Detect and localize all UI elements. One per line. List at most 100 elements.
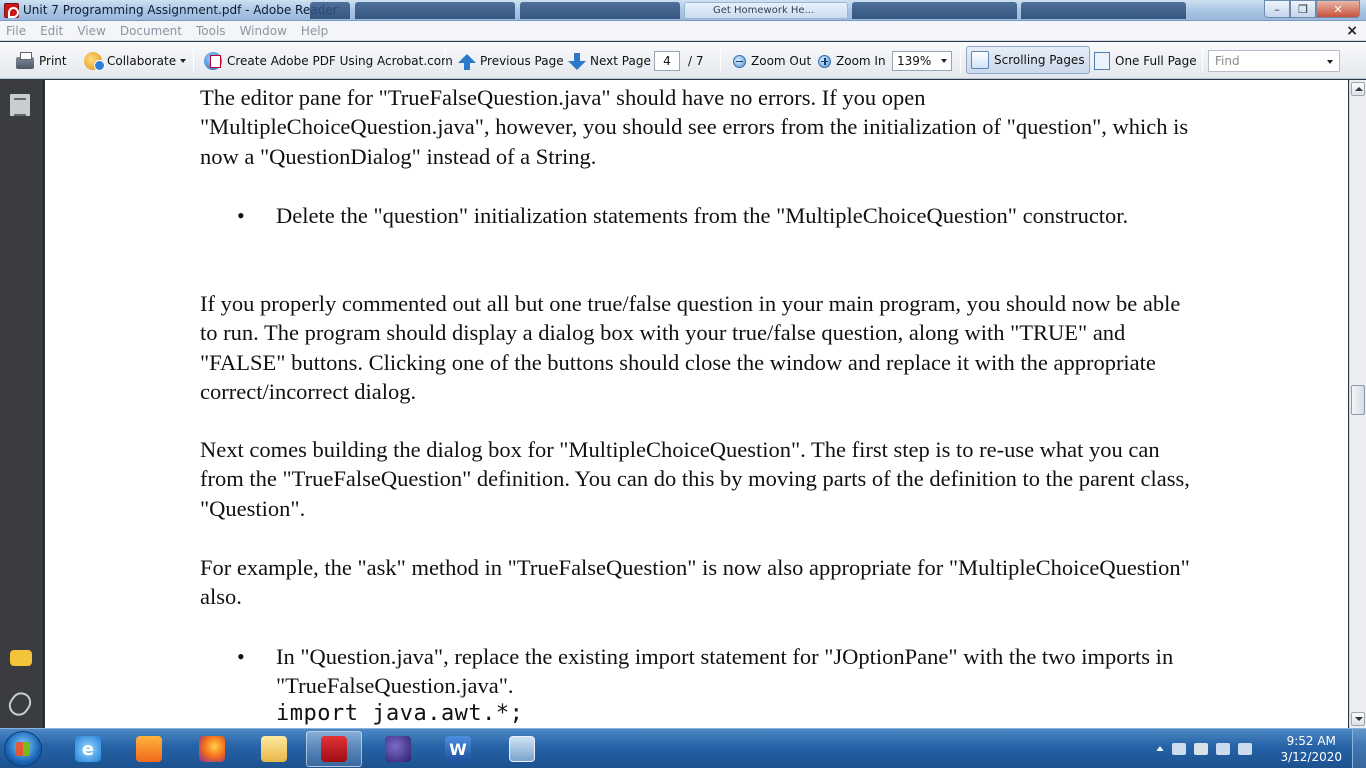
toolbar-divider bbox=[960, 49, 961, 73]
scrollbar-thumb[interactable] bbox=[1351, 385, 1365, 415]
arrow-up-icon bbox=[458, 53, 476, 70]
zoom-out-label: Zoom Out bbox=[751, 54, 812, 68]
background-tab-label: Get Homework He... bbox=[713, 5, 815, 16]
scroll-up-icon[interactable] bbox=[1351, 82, 1365, 96]
vertical-scrollbar[interactable] bbox=[1349, 80, 1366, 728]
toolbar-divider bbox=[445, 49, 446, 73]
window-controls: – ❐ ✕ bbox=[1264, 0, 1360, 19]
print-button[interactable]: Print bbox=[16, 51, 67, 71]
signal-bars-icon[interactable] bbox=[1172, 742, 1186, 755]
collaborate-icon bbox=[84, 52, 105, 71]
eclipse-icon bbox=[385, 736, 411, 762]
scrolling-pages-icon bbox=[971, 51, 989, 69]
maximize-button[interactable]: ❐ bbox=[1290, 0, 1316, 18]
bullet-marker: • bbox=[237, 644, 245, 669]
menu-window[interactable]: Window bbox=[240, 24, 287, 38]
comments-panel-icon[interactable] bbox=[10, 650, 32, 666]
internet-explorer-icon: e bbox=[75, 736, 101, 762]
printer-icon bbox=[16, 52, 34, 69]
paragraph: Next comes building the dialog box for "… bbox=[200, 437, 1190, 521]
toolbar-divider bbox=[1202, 49, 1203, 73]
minimize-button[interactable]: – bbox=[1264, 0, 1290, 18]
close-document-icon[interactable]: × bbox=[1346, 23, 1358, 39]
taskbar-snipping-tool[interactable] bbox=[494, 731, 550, 767]
zoom-in-button[interactable]: Zoom In bbox=[818, 51, 886, 71]
pages-panel-icon[interactable] bbox=[10, 94, 30, 116]
background-window-tab[interactable] bbox=[520, 2, 680, 19]
next-page-label: Next Page bbox=[590, 54, 651, 68]
page-number-input[interactable]: 4 bbox=[654, 51, 680, 71]
zoom-in-icon bbox=[818, 54, 831, 68]
zoom-out-button[interactable]: Zoom Out bbox=[733, 51, 811, 71]
create-adobe-pdf-button[interactable]: Create Adobe PDF Using Acrobat.com bbox=[204, 51, 453, 71]
create-pdf-label: Create Adobe PDF Using Acrobat.com bbox=[227, 54, 453, 68]
background-window-tab[interactable] bbox=[355, 2, 515, 19]
collaborate-label: Collaborate bbox=[107, 54, 177, 68]
word-icon: W bbox=[445, 736, 471, 762]
zoom-out-icon bbox=[733, 54, 746, 68]
show-hidden-icons-icon[interactable] bbox=[1156, 746, 1164, 751]
start-button[interactable] bbox=[4, 731, 42, 767]
one-full-page-button[interactable]: One Full Page bbox=[1094, 51, 1197, 71]
taskbar-internet-explorer[interactable]: e bbox=[60, 731, 116, 767]
show-desktop-button[interactable] bbox=[1352, 729, 1366, 768]
close-button[interactable]: ✕ bbox=[1316, 0, 1360, 18]
scroll-down-icon[interactable] bbox=[1351, 712, 1365, 726]
navigation-pane bbox=[0, 80, 44, 728]
firefox-icon bbox=[199, 736, 225, 762]
clock-date: 3/12/2020 bbox=[1280, 750, 1342, 764]
taskbar-adobe-reader[interactable] bbox=[306, 731, 362, 767]
zoom-in-label: Zoom In bbox=[836, 54, 886, 68]
one-full-page-icon bbox=[1094, 52, 1110, 70]
previous-page-button[interactable]: Previous Page bbox=[458, 51, 564, 71]
one-full-page-label: One Full Page bbox=[1115, 54, 1197, 68]
bullet-marker: • bbox=[237, 203, 245, 228]
page-navigation: 4 / 7 bbox=[654, 51, 704, 71]
chevron-down-icon bbox=[941, 59, 947, 63]
background-window-tab-homework[interactable]: Get Homework He... bbox=[684, 2, 848, 19]
taskbar-word[interactable]: W bbox=[430, 731, 486, 767]
chevron-down-icon[interactable] bbox=[1327, 60, 1333, 64]
volume-icon[interactable] bbox=[1238, 742, 1252, 755]
background-window-tab[interactable] bbox=[852, 2, 1017, 19]
taskbar-file-explorer[interactable] bbox=[246, 731, 302, 767]
find-input[interactable]: Find bbox=[1208, 50, 1340, 72]
taskbar-eclipse[interactable] bbox=[370, 731, 426, 767]
media-player-icon bbox=[136, 736, 162, 762]
code-line: import java.awt.*; bbox=[276, 701, 524, 726]
document-view[interactable]: The editor pane for "TrueFalseQuestion.j… bbox=[45, 80, 1348, 728]
zoom-level-value: 139% bbox=[897, 54, 932, 68]
network-icon[interactable] bbox=[1216, 742, 1230, 755]
clock-time: 9:52 AM bbox=[1286, 734, 1336, 748]
collaborate-button[interactable]: Collaborate bbox=[84, 51, 187, 71]
folder-icon bbox=[261, 736, 287, 762]
background-window-tab[interactable] bbox=[310, 2, 350, 19]
menu-view[interactable]: View bbox=[77, 24, 105, 38]
adobe-reader-icon bbox=[4, 3, 19, 18]
menu-file[interactable]: File bbox=[6, 24, 26, 38]
paragraph: The editor pane for "TrueFalseQuestion.j… bbox=[200, 85, 1189, 169]
taskbar: e W 9:52 AM 3/12/2020 bbox=[0, 728, 1366, 768]
next-page-button[interactable]: Next Page bbox=[568, 51, 651, 71]
paragraph: If you properly commented out all but on… bbox=[200, 291, 1181, 404]
menu-edit[interactable]: Edit bbox=[40, 24, 63, 38]
background-window-tab[interactable] bbox=[1021, 2, 1186, 19]
menu-bar: File Edit View Document Tools Window Hel… bbox=[0, 21, 1366, 41]
bullet-item: In "Question.java", replace the existing… bbox=[276, 644, 1174, 699]
menu-tools[interactable]: Tools bbox=[196, 24, 226, 38]
chevron-down-icon bbox=[180, 59, 187, 63]
scrolling-pages-button[interactable]: Scrolling Pages bbox=[966, 46, 1090, 74]
zoom-level-select[interactable]: 139% bbox=[892, 51, 952, 71]
find-placeholder: Find bbox=[1215, 54, 1240, 68]
menu-help[interactable]: Help bbox=[301, 24, 328, 38]
scrolling-pages-label: Scrolling Pages bbox=[994, 53, 1085, 67]
clock[interactable]: 9:52 AM 3/12/2020 bbox=[1280, 733, 1342, 765]
taskbar-media-player[interactable] bbox=[121, 731, 177, 767]
arrow-down-icon bbox=[568, 52, 586, 70]
attachments-paperclip-icon[interactable] bbox=[4, 688, 36, 720]
snipping-tool-icon bbox=[509, 736, 535, 762]
taskbar-firefox[interactable] bbox=[184, 731, 240, 767]
action-center-flag-icon[interactable] bbox=[1194, 742, 1208, 755]
print-label: Print bbox=[39, 54, 67, 68]
menu-document[interactable]: Document bbox=[120, 24, 182, 38]
